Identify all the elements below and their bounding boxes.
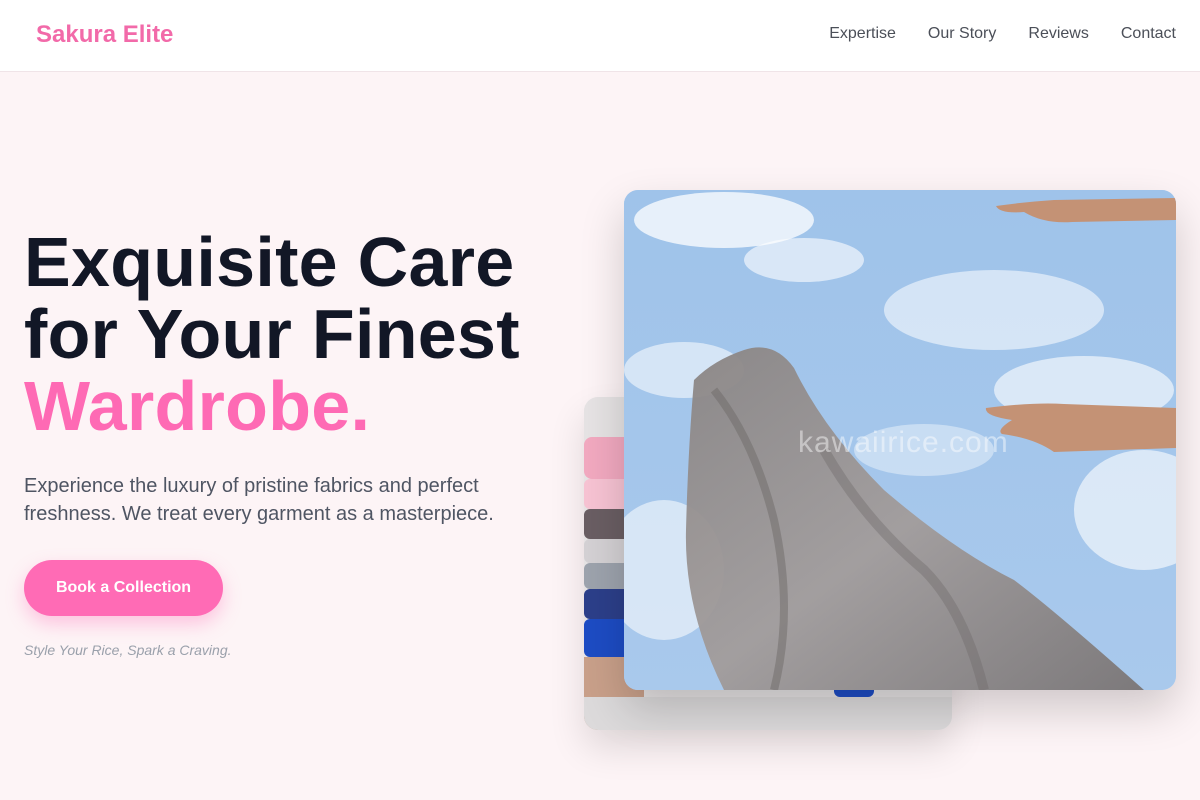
nav-link-expertise[interactable]: Expertise <box>829 25 896 43</box>
book-collection-button[interactable]: Book a Collection <box>24 560 223 616</box>
headline-line-1: Exquisite Care <box>24 223 515 301</box>
hero-headline: Exquisite Care for Your Finest Wardrobe. <box>24 226 584 442</box>
headline-accent: Wardrobe. <box>24 367 371 445</box>
top-navigation-bar: Sakura Elite Expertise Our Story Reviews… <box>0 0 1200 72</box>
nav-link-contact[interactable]: Contact <box>1121 25 1176 43</box>
image-watermark: kawaiirice.com <box>798 426 1009 459</box>
headline-line-2: for Your Finest <box>24 295 520 373</box>
nav-link-our-story[interactable]: Our Story <box>928 25 996 43</box>
hero-text-block: Exquisite Care for Your Finest Wardrobe.… <box>24 226 584 658</box>
hero-tagline: Style Your Rice, Spark a Craving. <box>24 642 232 658</box>
brand-logo[interactable]: Sakura Elite <box>36 21 173 49</box>
fabric-sky-image: kawaiirice.com <box>624 190 1176 690</box>
main-nav: Expertise Our Story Reviews Contact <box>829 25 1176 43</box>
hero-subtext: Experience the luxury of pristine fabric… <box>24 475 494 525</box>
nav-link-reviews[interactable]: Reviews <box>1028 25 1088 43</box>
